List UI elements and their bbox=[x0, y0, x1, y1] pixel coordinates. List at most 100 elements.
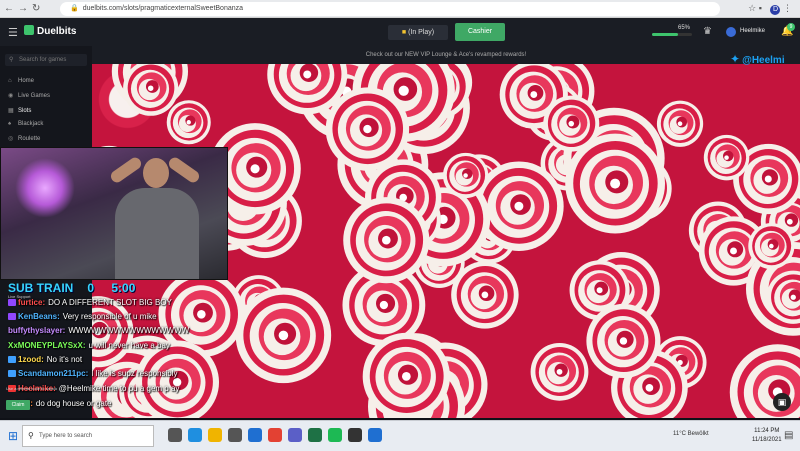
address-bar[interactable]: 🔒 duelbits.com/slots/pragmaticexternalSwe… bbox=[60, 2, 720, 16]
lollipop-candy bbox=[543, 95, 600, 152]
lock-icon: 🔒 bbox=[70, 5, 79, 12]
chat-hint: Use a referral code to unlock bbox=[6, 386, 58, 391]
lollipop-candy bbox=[362, 332, 450, 418]
lollipop-candy bbox=[123, 64, 179, 116]
streamer bbox=[105, 154, 205, 279]
task-view-icon[interactable] bbox=[168, 428, 182, 442]
chat-text: @Heelmike time to pu a gem p ay bbox=[58, 384, 180, 393]
search-placeholder: Search for games bbox=[19, 57, 67, 63]
windows-taskbar: ⊞ ⚲ Type here to search 11°C Bewölkt 11:2… bbox=[0, 420, 800, 451]
logo-text: Duelbits bbox=[37, 26, 77, 37]
url-text: duelbits.com/slots/pragmaticexternalSwee… bbox=[82, 5, 244, 12]
profile-avatar[interactable]: D bbox=[770, 5, 781, 15]
sidebar-item-label: Blackjack bbox=[18, 121, 44, 127]
browser-toolbar: ←→↻ 🔒 duelbits.com/slots/pragmaticexterna… bbox=[0, 0, 800, 18]
lollipop-candy bbox=[703, 134, 750, 181]
sub-train-count: 0 bbox=[87, 281, 95, 295]
sidebar-item-live-games[interactable]: ◉ Live Games bbox=[8, 92, 50, 99]
balance-display[interactable]: ■ (In Play) bbox=[388, 25, 448, 40]
webcam-feed bbox=[0, 147, 228, 280]
chat-message: buffythyslayer: WWWWWWWWWWWWWWWW bbox=[8, 326, 189, 335]
lollipop-candy bbox=[530, 342, 589, 401]
twitter-handle-text: @Heelmi bbox=[742, 55, 785, 66]
xp-percent: 65% bbox=[678, 25, 691, 31]
hexagon-lights bbox=[15, 158, 75, 218]
edge-icon[interactable] bbox=[188, 428, 202, 442]
vip-crown-icon[interactable]: ♛ bbox=[703, 26, 712, 37]
menu-icon[interactable]: ⋮ bbox=[783, 3, 792, 13]
chat-badge-icon bbox=[8, 370, 16, 377]
chat-text: I like is supz responsibly bbox=[91, 369, 178, 378]
star-icon[interactable]: ☆ bbox=[748, 3, 756, 13]
browser-nav-buttons[interactable]: ←→↻ bbox=[4, 3, 44, 14]
spotify-icon[interactable] bbox=[328, 428, 342, 442]
chrome-icon[interactable] bbox=[268, 428, 282, 442]
notification-badge: 9 bbox=[787, 23, 795, 31]
store-icon[interactable] bbox=[228, 428, 242, 442]
twitter-handle: ✦ @Heelmi bbox=[730, 52, 785, 66]
obs-icon[interactable] bbox=[348, 428, 362, 442]
sidebar-item-label: Live Games bbox=[18, 93, 51, 99]
file-explorer-icon[interactable] bbox=[208, 428, 222, 442]
clock-date: 11/18/2021 bbox=[752, 437, 782, 443]
chat-username: KenBeans: bbox=[18, 312, 60, 321]
slots-icon: ▦ bbox=[8, 108, 14, 114]
windows-start-icon[interactable]: ⊞ bbox=[8, 429, 18, 443]
live-icon: ◉ bbox=[8, 93, 14, 99]
excel-icon[interactable] bbox=[308, 428, 322, 442]
lollipop-candy bbox=[586, 303, 661, 379]
browser-actions: ☆ ▪ D ⋮ bbox=[748, 3, 792, 15]
notification-center-icon[interactable]: ▤ bbox=[784, 430, 793, 441]
clock-time: 11:24 PM bbox=[754, 428, 780, 434]
chat-username: Scandamon211pc: bbox=[18, 369, 89, 378]
chat-username: XxMONEYPLAYSxX: bbox=[8, 341, 86, 350]
avatar[interactable] bbox=[726, 27, 736, 37]
sidebar-item-label: Roulette bbox=[18, 136, 41, 142]
weather-widget[interactable]: 11°C Bewölkt bbox=[673, 431, 709, 437]
sub-train-timer: 5:00 bbox=[111, 281, 136, 295]
fullscreen-icon[interactable]: ▣ bbox=[773, 393, 791, 411]
claim-button[interactable]: Claim bbox=[6, 400, 30, 410]
inplay-label: (In Play) bbox=[408, 29, 435, 36]
teams-icon[interactable] bbox=[288, 428, 302, 442]
search-icon: ⚲ bbox=[28, 431, 34, 440]
sub-train-label: SUB TRAIN 0 5:00 bbox=[8, 281, 135, 295]
mail-icon[interactable] bbox=[248, 428, 262, 442]
sidebar-item-blackjack[interactable]: ♠ Blackjack bbox=[8, 121, 43, 127]
chat-text: DO A DIFFERENT SLOT BIG BOY bbox=[48, 298, 172, 307]
hamburger-icon[interactable]: ☰ bbox=[8, 26, 18, 39]
sub-train-text: SUB TRAIN bbox=[8, 281, 74, 295]
chat-message: 1zood: No it's not bbox=[8, 355, 82, 364]
taskbar-search-input[interactable]: ⚲ Type here to search bbox=[22, 425, 154, 447]
home-icon: ⌂ bbox=[8, 78, 12, 84]
chat-text: WWWWWWWWWWWWWWWW bbox=[68, 326, 190, 335]
xp-progress-bar bbox=[652, 33, 692, 36]
sidebar-item-roulette[interactable]: ◎ Roulette bbox=[8, 135, 40, 142]
search-icon: ⚲ bbox=[9, 57, 14, 63]
chat-badge-icon bbox=[8, 313, 16, 320]
sidebar-item-label: Home bbox=[18, 78, 35, 84]
lollipop-candy bbox=[442, 152, 489, 199]
chat-text: Very responsible of u mike bbox=[62, 312, 157, 321]
chat-message: XxMONEYPLAYSxX: u will never have a bay bbox=[8, 341, 170, 350]
sidebar-item-slots[interactable]: ▦ Slots bbox=[8, 107, 31, 114]
chat-message: furtice: DO A DIFFERENT SLOT BIG BOY bbox=[8, 298, 172, 307]
site-logo[interactable]: Duelbits bbox=[24, 25, 76, 37]
chat-text: u will never have a bay bbox=[88, 341, 170, 350]
cards-icon: ♠ bbox=[8, 121, 12, 127]
cashier-button[interactable]: Cashier bbox=[455, 23, 505, 41]
lollipop-candy bbox=[235, 287, 332, 384]
sidebar-item-home[interactable]: ⌂ Home bbox=[8, 78, 34, 84]
twitter-icon: ✦ bbox=[730, 52, 741, 66]
lollipop-candy bbox=[325, 87, 410, 171]
clock[interactable]: 11:24 PM 11/18/2021 bbox=[752, 427, 782, 445]
sidebar-search-input[interactable]: ⚲ Search for games bbox=[5, 54, 87, 66]
lollipop-candy bbox=[656, 100, 704, 147]
promo-banner[interactable]: Check out our NEW VIP Lounge & Ace's rev… bbox=[92, 46, 800, 64]
chat-username: furtice: bbox=[18, 298, 46, 307]
lollipop-candy bbox=[748, 223, 795, 270]
username[interactable]: Heelmike bbox=[740, 28, 765, 34]
app-icon[interactable] bbox=[368, 428, 382, 442]
extensions-icon[interactable]: ▪ bbox=[759, 3, 762, 13]
chat-badge-icon bbox=[8, 356, 16, 363]
